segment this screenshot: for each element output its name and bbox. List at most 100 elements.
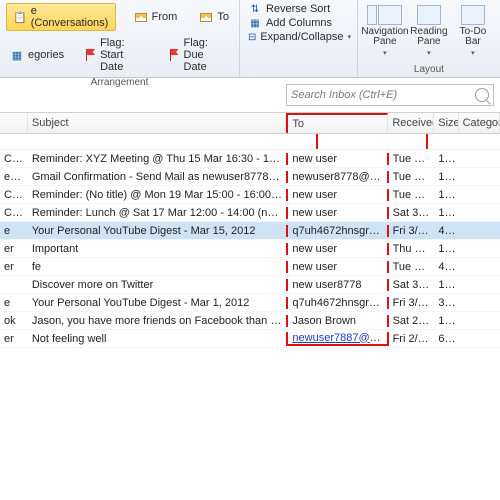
mail-grid: Subject To Received Size Categor... Cal.… — [0, 112, 500, 348]
cell-from: er — [0, 243, 28, 255]
add-columns[interactable]: ▦ Add Columns — [246, 17, 351, 29]
cell-size: 32 ... — [434, 297, 458, 309]
col-to[interactable]: To — [286, 113, 388, 133]
search-icon — [475, 88, 489, 102]
label: Flag: Due Date — [184, 37, 229, 73]
cell-received: Fri 2/10/... — [389, 333, 435, 345]
search-input[interactable]: Search Inbox (Ctrl+E) — [286, 84, 494, 106]
cell-subject: Reminder: (No title) @ Mon 19 Mar 15:00 … — [28, 189, 287, 201]
envelope-to-icon — [199, 10, 213, 24]
cell-subject: Your Personal YouTube Digest - Mar 1, 20… — [28, 297, 287, 309]
cell-from: er — [0, 333, 28, 345]
table-row[interactable]: erImportantnew userThu 3/15...16 ... — [0, 240, 500, 258]
label: To-Do Bar — [452, 27, 494, 47]
cell-received: Sat 3/17... — [389, 207, 435, 219]
flag-icon — [86, 48, 96, 62]
label: Reverse Sort — [266, 3, 330, 15]
calendar-icon: 📋 — [13, 10, 27, 24]
cell-received: Fri 3/16/... — [389, 225, 435, 237]
cell-to: new user — [286, 189, 388, 201]
arrange-flag-due[interactable]: Flag: Due Date — [166, 35, 233, 75]
table-row[interactable]: Cal...Reminder: Lunch @ Sat 17 Mar 12:00… — [0, 204, 500, 222]
cell-from: Cal... — [0, 207, 28, 219]
grid-header[interactable]: Subject To Received Size Categor... — [0, 112, 500, 134]
reading-pane-button[interactable]: Reading Pane ▾ — [408, 3, 450, 59]
categories-icon: ▦ — [10, 48, 24, 62]
col-categories[interactable]: Categor... — [459, 113, 500, 133]
table-row[interactable]: eamGmail Confirmation - Send Mail as new… — [0, 168, 500, 186]
label: Expand/Collapse — [260, 31, 343, 43]
pane-icon — [378, 5, 402, 25]
arrange-categories[interactable]: ▦ egories — [6, 35, 68, 75]
col-size[interactable]: Size — [434, 113, 458, 133]
cell-to: new user — [286, 261, 388, 273]
todo-bar-button[interactable]: To-Do Bar ▾ — [452, 3, 494, 59]
cell-size: 16 ... — [434, 243, 458, 255]
cell-received: Sat 2/18... — [389, 315, 435, 327]
expand-collapse-icon: ⊟ — [248, 31, 256, 43]
table-row[interactable]: erNot feeling wellnewuser7887@gmail.comF… — [0, 330, 500, 348]
arrange-from[interactable]: From — [130, 3, 182, 31]
label: Flag: Start Date — [100, 37, 147, 73]
cell-subject: Important — [28, 243, 287, 255]
reading-pane-icon — [417, 5, 441, 25]
cell-size: 6 KB — [434, 333, 458, 345]
col-subject[interactable]: Subject — [28, 113, 286, 133]
cell-received: Tue 3/20... — [389, 189, 435, 201]
cell-size: 13 ... — [434, 207, 458, 219]
add-columns-icon: ▦ — [248, 17, 262, 29]
reverse-sort[interactable]: ⇅Reverse Sort — [246, 3, 351, 15]
table-row[interactable]: Cal...Reminder: (No title) @ Mon 19 Mar … — [0, 186, 500, 204]
cell-received: Thu 3/15... — [389, 243, 435, 255]
group-gap — [0, 134, 500, 150]
table-row[interactable]: eYour Personal YouTube Digest - Mar 15, … — [0, 222, 500, 240]
envelope-from-icon — [134, 10, 148, 24]
chevron-down-icon: ▾ — [427, 49, 431, 57]
label: egories — [28, 49, 64, 61]
cell-subject: Reminder: Lunch @ Sat 17 Mar 12:00 - 14:… — [28, 207, 287, 219]
cell-to: Jason Brown — [286, 315, 388, 327]
label: e (Conversations) — [31, 5, 109, 29]
cell-size: 4 KB — [434, 261, 458, 273]
chevron-down-icon: ▾ — [383, 49, 387, 57]
chevron-down-icon: ▾ — [471, 49, 475, 57]
table-row[interactable]: Cal...Reminder: XYZ Meeting @ Thu 15 Mar… — [0, 150, 500, 168]
search-row: Search Inbox (Ctrl+E) — [0, 78, 500, 112]
cell-received: Tue 3/20... — [389, 153, 435, 165]
cell-subject: Reminder: XYZ Meeting @ Thu 15 Mar 16:30… — [28, 153, 287, 165]
search-placeholder: Search Inbox (Ctrl+E) — [291, 89, 397, 101]
label: Add Columns — [266, 17, 332, 29]
chevron-down-icon: ▾ — [348, 33, 352, 41]
ribbon: 📋 e (Conversations) From To ▦ egories — [0, 0, 500, 78]
navigation-pane-button[interactable]: Navigation Pane ▾ — [364, 3, 406, 59]
cell-size: 19 ... — [434, 315, 458, 327]
cell-subject: Not feeling well — [28, 333, 287, 345]
cell-from: e — [0, 225, 28, 237]
label: Navigation Pane — [361, 27, 408, 47]
arrange-to[interactable]: To — [195, 3, 233, 31]
cell-subject: Jason, you have more friends on Facebook… — [28, 315, 287, 327]
table-row[interactable]: okJason, you have more friends on Facebo… — [0, 312, 500, 330]
cell-to: new user8778 — [286, 279, 388, 291]
cell-to: q7uh4672hnsgrt563As — [286, 225, 388, 237]
cell-from: eam — [0, 171, 28, 183]
table-row[interactable]: eYour Personal YouTube Digest - Mar 1, 2… — [0, 294, 500, 312]
col-icon[interactable] — [0, 113, 28, 133]
cell-from: ok — [0, 315, 28, 327]
cell-subject: fe — [28, 261, 287, 273]
cell-size: 13 ... — [434, 171, 458, 183]
navigation-pane-icon — [367, 5, 377, 25]
cell-to: new user — [286, 243, 388, 255]
label: From — [152, 11, 178, 23]
arrange-flag-start[interactable]: Flag: Start Date — [82, 35, 151, 75]
cell-received: Tue 3/13... — [389, 261, 435, 273]
label: Reading Pane — [408, 27, 450, 47]
cell-received: Tue 3/20... — [389, 171, 435, 183]
table-row[interactable]: erfenew userTue 3/13...4 KB — [0, 258, 500, 276]
arrange-date-conversations[interactable]: 📋 e (Conversations) — [6, 3, 116, 31]
cell-size: 17 ... — [434, 153, 458, 165]
table-row[interactable]: Discover more on Twitternew user8778Sat … — [0, 276, 500, 294]
expand-collapse[interactable]: ⊟ Expand/Collapse ▾ — [246, 31, 351, 43]
cell-size: 15 ... — [434, 279, 458, 291]
col-received[interactable]: Received — [388, 113, 434, 133]
